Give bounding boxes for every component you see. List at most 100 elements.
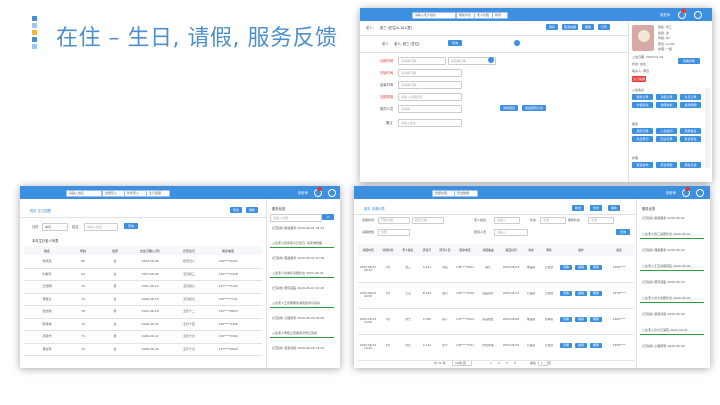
feed-item[interactable]: 入住老人王五请假就医 2020-06-02 [642, 264, 704, 268]
feed-item[interactable]: 入住老人王德明服务满意度评价良好 [272, 301, 334, 305]
feed-item[interactable]: [已完成] 康复训练 2020-06-04 [642, 312, 704, 316]
feed-item[interactable]: [已完成] 理发服务 2020-06-02 10:30 [272, 256, 334, 260]
feed-item[interactable]: [已完成] 康复训练 2020-06-06 15:10 [272, 346, 334, 350]
query-button[interactable]: 查询 [448, 40, 462, 46]
print-button[interactable]: 打印 [598, 24, 610, 30]
delete-button[interactable]: 删除 [582, 24, 594, 30]
start-time-input[interactable]: 请选择日期 [398, 69, 462, 77]
side-action-button[interactable]: 服务反馈 [680, 162, 701, 168]
refresh-button[interactable]: 刷新 [608, 205, 620, 211]
side-action-button[interactable]: 费用明细 [680, 102, 701, 108]
row-action-button[interactable]: 查看 [560, 265, 572, 270]
toolbar-btn-1[interactable]: 批量导入 [102, 189, 126, 197]
name-filter-input[interactable]: 请输入姓名 [84, 223, 118, 231]
export-button[interactable]: 导出 [590, 205, 602, 211]
user-name[interactable]: 张老师 [666, 190, 676, 195]
add-icon[interactable] [514, 40, 520, 46]
query-button[interactable]: 查询 [124, 223, 138, 229]
row-action-button[interactable]: 查看 [560, 343, 572, 348]
row-action-button[interactable]: 删除 [590, 317, 602, 322]
toolbar-btn-2[interactable]: 新增老人 [124, 189, 148, 197]
feed-item[interactable]: [已完成] 陪同就医 2020-06-03 [642, 280, 704, 284]
companion-input[interactable]: 请选择 [398, 105, 462, 113]
toolbar-btn-3[interactable]: 新增 [492, 11, 508, 19]
side-action-button[interactable]: 外出登记 [632, 136, 653, 142]
page-number[interactable]: 4 [512, 361, 518, 365]
add-button[interactable]: 新增 [572, 205, 584, 211]
search-input[interactable]: 请输入老人姓名 [412, 11, 456, 19]
remark-input[interactable]: 请输入备注 [398, 119, 462, 127]
filter-input[interactable]: 全部 [378, 229, 410, 236]
toolbar-btn-2[interactable]: 老人管理 [474, 11, 494, 19]
page-size-select[interactable]: 10条/页 [452, 360, 472, 366]
add-companion-person-button[interactable]: 添加陪同人员 [522, 105, 546, 111]
month-select[interactable]: 本月 [42, 223, 68, 231]
side-action-button[interactable]: 入住合同 [656, 128, 677, 134]
row-action-button[interactable]: 编辑 [575, 317, 587, 322]
side-action-button[interactable]: 服务记录 [632, 94, 653, 100]
side-action-button[interactable]: 投诉建议 [680, 136, 701, 142]
feed-item[interactable]: [已完成] 陪同就医 2020-06-04 14:20 [272, 286, 334, 290]
row-action-button[interactable]: 查看 [560, 317, 572, 322]
filter-input[interactable]: 全部 [588, 217, 614, 224]
side-action-button[interactable]: 健康档案 [656, 102, 677, 108]
feed-item[interactable]: 入住老人刘七请假外出 2020-06-03 [642, 296, 704, 300]
side-action-button[interactable]: 生日记录 [680, 94, 701, 100]
feed-item[interactable]: [已完成] 助浴服务 2020-06-01 [642, 216, 704, 220]
page-number[interactable]: 1 [488, 361, 494, 365]
row-action-button[interactable]: 删除 [590, 343, 602, 348]
page-number[interactable]: 3 [504, 361, 510, 365]
power-icon[interactable] [696, 189, 704, 197]
row-action-button[interactable]: 删除 [590, 291, 602, 296]
save-button[interactable]: 保存 [546, 24, 558, 30]
query-button[interactable]: 查询 [616, 229, 630, 235]
calendar-icon[interactable] [488, 57, 494, 63]
power-icon[interactable] [328, 189, 336, 197]
side-action-button[interactable]: 用药记录 [632, 128, 653, 134]
filter-input[interactable]: 结束日期 [412, 217, 444, 224]
filter-input[interactable]: 请输入 [494, 229, 528, 236]
refresh-button[interactable]: 刷新 [246, 207, 258, 213]
add-companion-button[interactable]: 添加陪同 [500, 105, 518, 111]
row-action-button[interactable]: 删除 [590, 265, 602, 270]
side-action-button[interactable]: 回访记录 [656, 136, 677, 142]
row-action-button[interactable]: 编辑 [575, 291, 587, 296]
feed-item[interactable]: [已完成] 助浴服务 2020-06-01 09:15 [272, 226, 334, 230]
view-detail-button[interactable]: 查看详情 [678, 58, 700, 64]
feed-item[interactable]: [已完成] 心理疏导 2020-06-05 [642, 344, 704, 348]
side-action-button[interactable]: 床位调整 [656, 162, 677, 168]
filter-input[interactable]: 开始日期 [378, 217, 410, 224]
feed-item[interactable]: [已完成] 理发服务 2020-06-02 [642, 248, 704, 252]
reason-input[interactable]: 请输入请假原因 [398, 93, 462, 101]
toolbar-btn-1[interactable]: 批量处理 [432, 189, 456, 197]
user-name[interactable]: 张老师 [298, 190, 308, 195]
leave-time-input[interactable]: 请选择日期 [398, 57, 446, 65]
side-action-button[interactable]: 请假记录 [656, 94, 677, 100]
goto-input[interactable]: 1 [538, 360, 548, 366]
row-action-button[interactable]: 编辑 [575, 265, 587, 270]
feed-item[interactable]: 入住老人孙九已返院 2020-06-05 [642, 328, 704, 332]
feed-item[interactable]: [已完成] 心理疏导 2020-06-05 09:40 [272, 316, 334, 320]
row-action-button[interactable]: 查看 [560, 291, 572, 296]
toolbar-btn-1[interactable]: 刷新列表 [456, 11, 476, 19]
end-time-input[interactable]: 请选择日期 [398, 81, 462, 89]
side-tab-strip[interactable] [705, 88, 710, 168]
side-action-button[interactable]: 家属信息 [680, 128, 701, 134]
feed-search-button[interactable]: ⚲ [322, 214, 334, 220]
power-icon[interactable] [694, 11, 702, 19]
user-name[interactable]: 张老师 [660, 12, 670, 17]
side-action-button[interactable]: 护理评估 [632, 102, 653, 108]
side-action-button[interactable]: 更多操作 [632, 162, 653, 168]
feed-item[interactable]: 入住老人李桂兰家属来访登记完成 [272, 331, 334, 335]
feed-item[interactable]: 入住老人张凤英今日生日, 请安排祝福 [272, 241, 334, 245]
feed-search-input[interactable]: 请输入内容 [270, 214, 322, 222]
feed-item[interactable]: 入住老人张三请假外出 2020-06-01 [642, 232, 704, 236]
filter-input[interactable]: 全部 [540, 217, 566, 224]
page-number[interactable]: 2 [496, 361, 502, 365]
search-input[interactable]: 请输入姓名 [66, 189, 102, 197]
toolbar-btn-2[interactable]: 导出数据 [454, 189, 478, 197]
row-action-button[interactable]: 编辑 [575, 343, 587, 348]
cancel-leave-button[interactable]: 取消请假 [562, 24, 578, 30]
feed-item[interactable]: 入住老人刘素珍请假外出 2020-06-03 [272, 271, 334, 275]
filter-input[interactable]: 请输入 [494, 217, 520, 224]
